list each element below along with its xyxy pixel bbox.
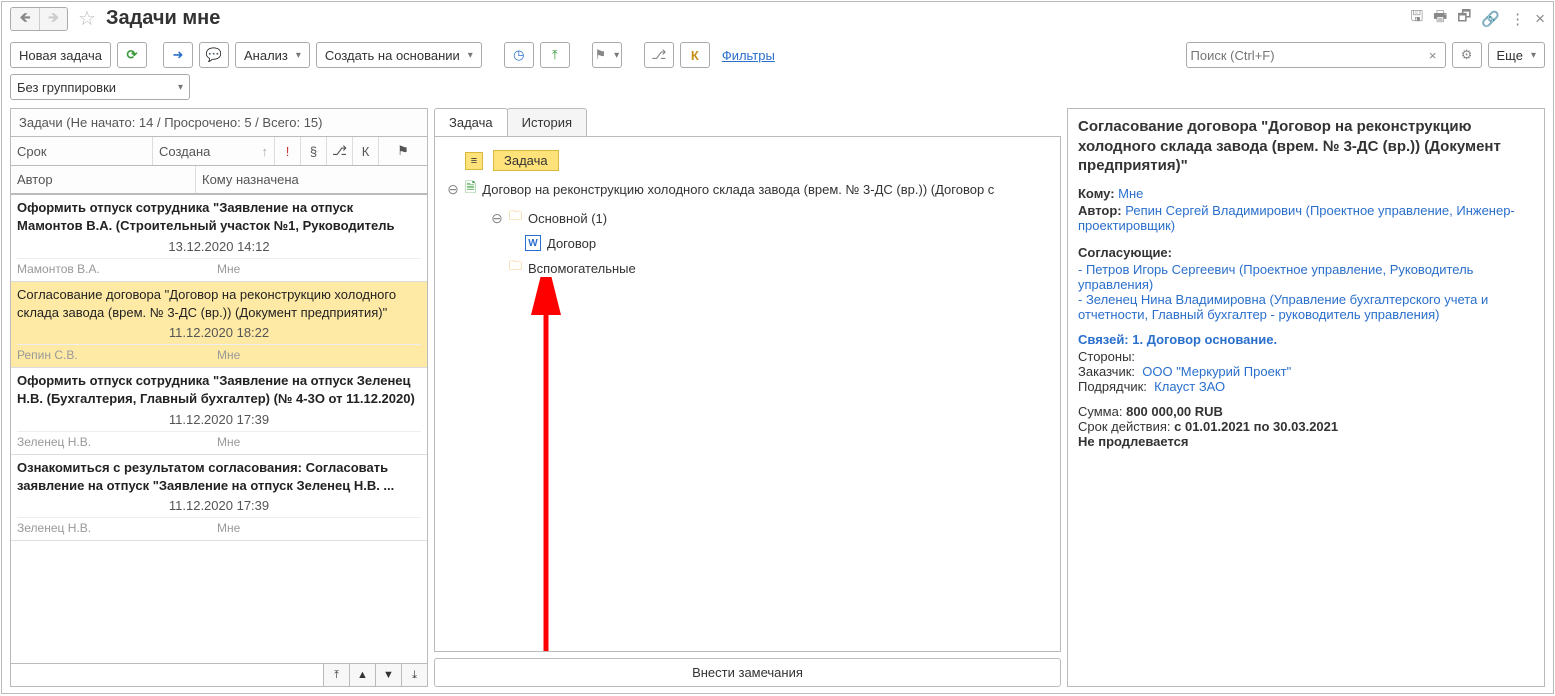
task-assignee: Мне (217, 348, 240, 362)
col-status-icon[interactable]: § (301, 137, 327, 165)
favorite-star-icon[interactable]: ☆ (78, 6, 96, 31)
page-up-button[interactable]: ▲ (349, 664, 375, 686)
preview-icon[interactable]: 🗗 (1457, 6, 1471, 31)
kebab-menu-icon[interactable]: ⋮ (1510, 10, 1525, 28)
task-title: Согласование договора "Договор на реконс… (17, 286, 421, 321)
task-card[interactable]: Оформить отпуск сотрудника "Заявление на… (11, 368, 427, 455)
tree-toggle[interactable]: ⊖ (447, 181, 459, 198)
task-card[interactable]: Оформить отпуск сотрудника "Заявление на… (11, 195, 427, 282)
print-icon[interactable]: 🖶 (1433, 6, 1447, 31)
customer-link[interactable]: ООО "Меркурий Проект" (1142, 364, 1291, 379)
approver-link[interactable]: - Зеленец Нина Владимировна (Управление … (1078, 292, 1534, 322)
task-status-summary: Задачи (Не начато: 14 / Просрочено: 5 / … (10, 108, 428, 136)
details-title: Согласование договора "Договор на реконс… (1078, 117, 1534, 176)
chevron-down-icon: ▾ (178, 82, 183, 93)
task-assignee: Мне (217, 521, 240, 535)
analysis-button[interactable]: Анализ (235, 42, 310, 68)
word-file-icon: W (525, 235, 541, 251)
contractor-link[interactable]: Клауст ЗАО (1154, 379, 1225, 394)
links-link[interactable]: Связей: 1. Договор основание. (1078, 332, 1277, 347)
task-assignee: Мне (217, 435, 240, 449)
nav-back-button[interactable]: 🡸 (11, 8, 39, 30)
create-based-on-button[interactable]: Создать на основании (316, 42, 482, 68)
task-title: Оформить отпуск сотрудника "Заявление на… (17, 372, 421, 408)
link-icon[interactable]: 🔗 (1481, 10, 1500, 28)
col-k[interactable]: К (353, 137, 379, 165)
col-author[interactable]: Автор (11, 166, 196, 193)
task-card[interactable]: Согласование договора "Договор на реконс… (11, 282, 427, 368)
k-button[interactable]: К (680, 42, 710, 68)
add-remarks-button[interactable]: Внести замечания (434, 658, 1061, 687)
col-deadline[interactable]: Срок (11, 137, 153, 165)
task-chip[interactable]: Задача (493, 150, 559, 171)
col-created[interactable]: Создана↑ (153, 137, 275, 165)
document-icon: 🗎 (465, 177, 476, 201)
tree-folder-main[interactable]: Основной (1) (528, 211, 607, 226)
task-list: Оформить отпуск сотрудника "Заявление на… (10, 194, 428, 664)
col-assignee[interactable]: Кому назначена (196, 166, 427, 193)
task-author: Зеленец Н.В. (17, 521, 217, 535)
task-author: Репин С.В. (17, 348, 217, 362)
details-panel: Согласование договора "Договор на реконс… (1067, 108, 1545, 687)
refresh-button[interactable]: ⟳ (117, 42, 147, 68)
filters-link[interactable]: Фильтры (722, 48, 775, 63)
flag-button[interactable]: ⚑ (592, 42, 622, 68)
task-date: 11.12.2020 17:39 (17, 408, 421, 431)
page-last-button[interactable]: ⤓ (401, 664, 427, 686)
annotation-arrow (531, 277, 561, 652)
col-flag-icon[interactable]: ⚑ (379, 137, 427, 165)
tree-folder-aux[interactable]: Вспомогательные (528, 261, 636, 276)
task-title: Ознакомиться с результатом согласования:… (17, 459, 421, 494)
task-title: Оформить отпуск сотрудника "Заявление на… (17, 199, 421, 235)
task-chip-icon: ≡ (465, 152, 483, 170)
approver-link[interactable]: - Петров Игорь Сергеевич (Проектное упра… (1078, 262, 1534, 292)
task-author: Мамонтов В.А. (17, 262, 217, 276)
details-to-link[interactable]: Мне (1118, 186, 1143, 201)
clock-button[interactable]: ◷ (504, 42, 534, 68)
tree-button[interactable]: ⎇ (644, 42, 674, 68)
new-task-button[interactable]: Новая задача (10, 42, 111, 68)
more-button[interactable]: Еще (1488, 42, 1545, 68)
task-date: 11.12.2020 18:22 (17, 321, 421, 344)
col-priority-icon[interactable]: ! (275, 137, 301, 165)
nav-forward-button[interactable]: 🡺 (39, 8, 67, 30)
close-icon[interactable]: × (1535, 9, 1545, 29)
export-button[interactable]: ⤒ (540, 42, 570, 68)
page-first-button[interactable]: ⤒ (323, 664, 349, 686)
forward-task-button[interactable]: ➜ (163, 42, 193, 68)
details-author-link[interactable]: Репин Сергей Владимирович (Проектное упр… (1078, 203, 1515, 233)
pager: ⤒ ▲ ▼ ⤓ (10, 664, 428, 687)
page-title: Задачи мне (106, 7, 220, 30)
page-down-button[interactable]: ▼ (375, 664, 401, 686)
search-input[interactable] (1191, 48, 1425, 63)
task-date: 11.12.2020 17:39 (17, 494, 421, 517)
task-date: 13.12.2020 14:12 (17, 235, 421, 258)
save-icon[interactable]: 🖫 (1410, 6, 1423, 31)
tree-toggle[interactable]: ⊖ (491, 210, 503, 227)
tree-doc-title[interactable]: Договор на реконструкцию холодного склад… (482, 182, 994, 197)
task-author: Зеленец Н.В. (17, 435, 217, 449)
search-input-wrapper: × (1186, 42, 1446, 68)
tree-file-word[interactable]: Договор (547, 236, 596, 251)
grouping-select[interactable]: Без группировки ▾ (10, 74, 190, 100)
settings-button[interactable]: ⚙ (1452, 42, 1482, 68)
tab-task[interactable]: Задача (434, 108, 508, 136)
folder-icon: 🗀 (509, 257, 522, 279)
chat-button[interactable]: 💬 (199, 42, 229, 68)
col-tree-icon[interactable]: ⎇ (327, 137, 353, 165)
task-assignee: Мне (217, 262, 240, 276)
folder-icon: 🗀 (509, 207, 522, 229)
task-card[interactable]: Ознакомиться с результатом согласования:… (11, 455, 427, 541)
tab-history[interactable]: История (507, 108, 587, 136)
search-clear-icon[interactable]: × (1425, 48, 1441, 63)
